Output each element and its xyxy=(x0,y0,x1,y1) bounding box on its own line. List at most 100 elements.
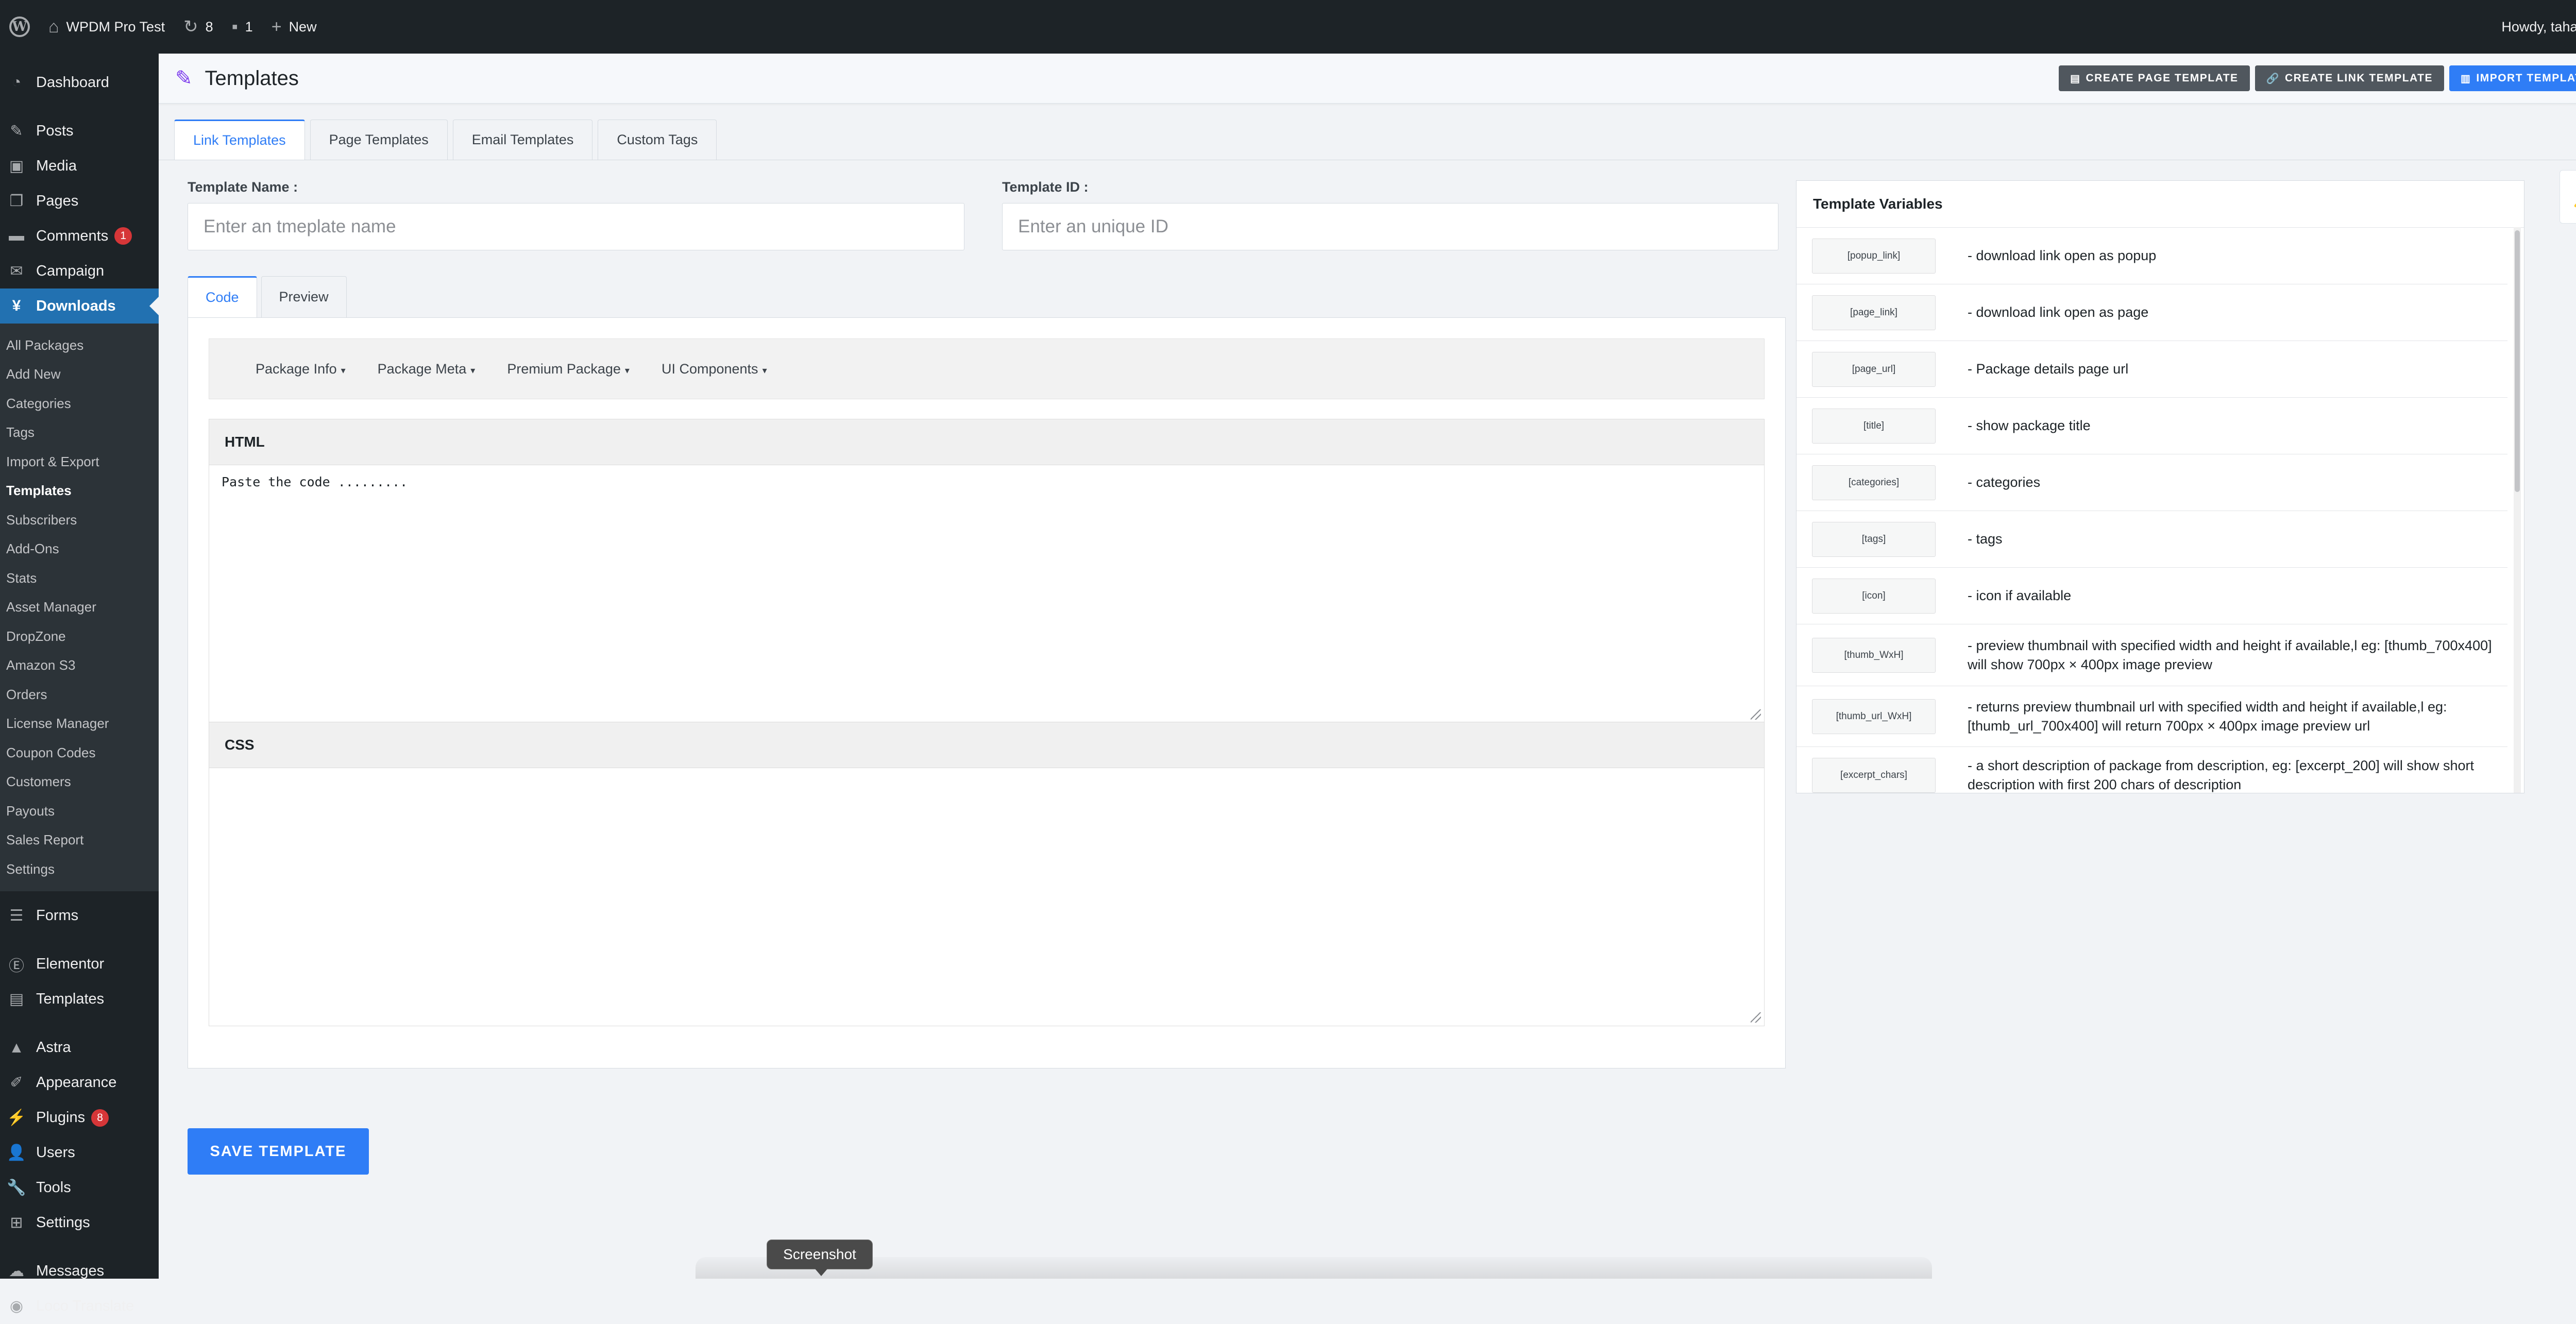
menu-label: Plugins xyxy=(36,1109,86,1126)
menu-pages[interactable]: ❐ Pages xyxy=(0,183,159,218)
variable-tag[interactable]: [thumb_url_WxH] xyxy=(1812,699,1936,734)
tab-code[interactable]: Code xyxy=(188,276,257,317)
plugins-badge: 8 xyxy=(91,1109,109,1127)
menu-settings[interactable]: ⊞ Settings xyxy=(0,1206,159,1241)
variable-row: [categories] - categories xyxy=(1797,454,2507,511)
menu-media[interactable]: ▣ Media xyxy=(0,148,159,183)
submenu-asset-manager[interactable]: Asset Manager xyxy=(0,593,159,622)
comment-bubble-icon: ▪ xyxy=(231,16,238,37)
menu-label: Forms xyxy=(36,907,79,924)
resize-handle-icon[interactable] xyxy=(1751,709,1761,720)
menu-astra[interactable]: ▲ Astra xyxy=(0,1030,159,1065)
submenu-dropzone[interactable]: DropZone xyxy=(0,622,159,651)
variable-row: [excerpt_chars] - a short description of… xyxy=(1797,747,2507,793)
menu-campaign[interactable]: ✉ Campaign xyxy=(0,253,159,288)
menu-label: Astra xyxy=(36,1039,71,1056)
submenu-sales-report[interactable]: Sales Report xyxy=(0,826,159,855)
variables-list: [popup_link] - download link open as pop… xyxy=(1797,228,2524,793)
menu-tools[interactable]: 🔧 Tools xyxy=(0,1170,159,1206)
menu-dashboard[interactable]: ◔ Dashboard xyxy=(0,65,159,100)
menu-comments[interactable]: ▬ Comments 1 xyxy=(0,218,159,253)
css-textarea[interactable] xyxy=(209,768,1764,1026)
updates-link[interactable]: ↻ 8 xyxy=(174,0,223,54)
comments-link[interactable]: ▪ 1 xyxy=(223,0,262,54)
variable-tag[interactable]: [title] xyxy=(1812,408,1936,444)
plugin-icon: ⚡ xyxy=(7,1109,26,1126)
admin-bar: W ⌂ WPDM Pro Test ↻ 8 ▪ 1 + New Howdy, t… xyxy=(0,0,2576,54)
dashboard-icon: ◔ xyxy=(11,74,22,91)
submenu-add-ons[interactable]: Add-Ons xyxy=(0,535,159,564)
bell-icon: 🔔0 xyxy=(2573,183,2576,210)
variables-scrollbar-thumb[interactable] xyxy=(2515,230,2520,492)
variable-tag[interactable]: [categories] xyxy=(1812,465,1936,500)
template-type-tabs: Link Templates Page Templates Email Temp… xyxy=(174,120,717,160)
new-content-link[interactable]: + New xyxy=(262,0,326,54)
wordpress-logo-button[interactable]: W xyxy=(0,0,39,54)
variable-tag[interactable]: [excerpt_chars] xyxy=(1812,757,1936,793)
menu-appearance[interactable]: ✐ Appearance xyxy=(0,1065,159,1100)
translate-icon: ◉ xyxy=(9,1298,24,1315)
submenu-categories[interactable]: Categories xyxy=(0,389,159,418)
tab-page-templates[interactable]: Page Templates xyxy=(310,120,448,160)
menu-label: Posts xyxy=(36,122,74,139)
template-id-label: Template ID : xyxy=(1002,179,1089,195)
template-name-input[interactable]: Enter an tmeplate name xyxy=(188,203,964,250)
submenu-stats[interactable]: Stats xyxy=(0,564,159,593)
package-info-dropdown[interactable]: Package Info ▾ xyxy=(256,361,346,377)
messages-icon: ☁ xyxy=(9,1263,24,1280)
plus-icon: + xyxy=(271,16,282,37)
menu-users[interactable]: 👤 Users xyxy=(0,1135,159,1170)
submenu-coupon-codes[interactable]: Coupon Codes xyxy=(0,738,159,768)
submenu-templates[interactable]: Templates xyxy=(0,477,159,506)
variable-tag[interactable]: [thumb_WxH] xyxy=(1812,637,1936,673)
comments-count: 1 xyxy=(245,19,253,35)
tab-email-templates[interactable]: Email Templates xyxy=(452,120,593,160)
variables-scrollbar[interactable] xyxy=(2514,227,2521,793)
submenu-orders[interactable]: Orders xyxy=(0,680,159,709)
submenu-tags[interactable]: Tags xyxy=(0,418,159,448)
menu-messages[interactable]: ☁ Messages xyxy=(0,1254,159,1289)
menu-label: Dashboard xyxy=(36,74,109,91)
menu-loco-translate[interactable]: ◉ Loco Translate xyxy=(0,1289,159,1324)
variable-tag[interactable]: [icon] xyxy=(1812,578,1936,614)
save-template-button[interactable]: SAVE TEMPLATE xyxy=(188,1128,369,1175)
submenu-import-export[interactable]: Import & Export xyxy=(0,447,159,477)
submenu-amazon-s3[interactable]: Amazon S3 xyxy=(0,651,159,681)
insert-toolbar: Package Info ▾ Package Meta ▾ Premium Pack… xyxy=(209,338,1765,399)
menu-downloads[interactable]: ¥ Downloads xyxy=(0,288,159,324)
site-name-link[interactable]: ⌂ WPDM Pro Test xyxy=(39,0,174,54)
variable-tag[interactable]: [page_url] xyxy=(1812,351,1936,387)
create-page-template-button[interactable]: ▤ CREATE PAGE TEMPLATE xyxy=(2059,65,2250,91)
tab-link-templates[interactable]: Link Templates xyxy=(174,120,305,160)
tab-preview[interactable]: Preview xyxy=(261,276,347,317)
submenu-add-new[interactable]: Add New xyxy=(0,360,159,389)
create-link-template-button[interactable]: 🔗 CREATE LINK TEMPLATE xyxy=(2255,65,2444,91)
menu-templates[interactable]: ▤ Templates xyxy=(0,982,159,1017)
menu-label: Appearance xyxy=(36,1074,117,1091)
html-textarea[interactable]: Paste the code ......... xyxy=(209,465,1764,723)
tab-custom-tags[interactable]: Custom Tags xyxy=(598,120,717,160)
package-meta-dropdown[interactable]: Package Meta ▾ xyxy=(378,361,476,377)
menu-posts[interactable]: ✎ Posts xyxy=(0,113,159,148)
variable-tag[interactable]: [page_link] xyxy=(1812,295,1936,330)
submenu-payouts[interactable]: Payouts xyxy=(0,796,159,826)
submenu-settings[interactable]: Settings xyxy=(0,855,159,884)
variable-description: - Package details page url xyxy=(1968,361,2129,377)
submenu-customers[interactable]: Customers xyxy=(0,768,159,797)
notifications-button[interactable]: 🔔0 xyxy=(2560,170,2576,224)
mail-icon: ✉ xyxy=(10,262,23,280)
account-menu[interactable]: Howdy, tahasin ⏻ xyxy=(2501,19,2576,35)
menu-forms[interactable]: ☰ Forms xyxy=(0,898,159,933)
template-id-input[interactable]: Enter an unique ID xyxy=(1002,203,1778,250)
variable-tag[interactable]: [tags] xyxy=(1812,521,1936,557)
import-template-button[interactable]: ▥ IMPORT TEMPLATE xyxy=(2449,65,2576,91)
menu-plugins[interactable]: ⚡ Plugins 8 xyxy=(0,1100,159,1135)
submenu-license-manager[interactable]: License Manager xyxy=(0,709,159,739)
submenu-all-packages[interactable]: All Packages xyxy=(0,331,159,360)
menu-elementor[interactable]: Ⓔ Elementor xyxy=(0,947,159,982)
premium-package-dropdown[interactable]: Premium Package ▾ xyxy=(507,361,630,377)
resize-handle-icon[interactable] xyxy=(1751,1012,1761,1023)
submenu-subscribers[interactable]: Subscribers xyxy=(0,505,159,535)
variable-tag[interactable]: [popup_link] xyxy=(1812,238,1936,274)
ui-components-dropdown[interactable]: UI Components ▾ xyxy=(662,361,767,377)
